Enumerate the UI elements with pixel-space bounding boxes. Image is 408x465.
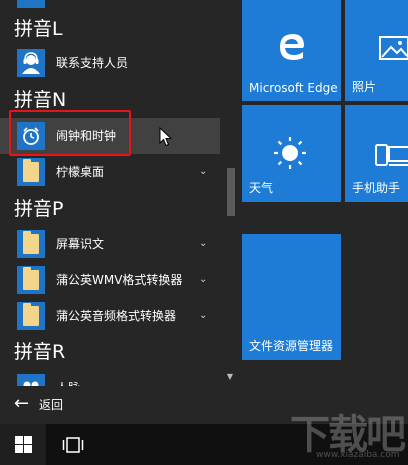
app-item-label: 蒲公英WMV格式转换器: [56, 273, 183, 287]
scroll-down-arrow-icon[interactable]: ▼: [223, 370, 237, 384]
sun-icon: [274, 137, 306, 169]
phone-companion-icon: [375, 144, 408, 166]
task-view-icon: [62, 437, 84, 453]
tile-photos[interactable]: 照片: [345, 0, 408, 101]
back-label: 返回: [39, 398, 64, 412]
app-item-people[interactable]: 人脉: [0, 370, 220, 386]
tile-microsoft-edge[interactable]: Microsoft Edge: [242, 0, 341, 101]
folder-icon: [17, 302, 45, 330]
group-header-r[interactable]: 拼音R: [14, 337, 65, 367]
people-icon: [17, 374, 45, 386]
app-list: 新建 拼音L 联系支持人员 拼音N: [0, 0, 236, 386]
tile-file-explorer[interactable]: 文件资源管理器: [242, 234, 341, 360]
photos-icon: [379, 36, 408, 60]
app-item-audio-converter[interactable]: 蒲公英音频格式转换器 ⌄: [0, 298, 220, 334]
app-item-label: 新建: [56, 0, 76, 8]
start-button[interactable]: [0, 424, 46, 465]
person-support-icon: [17, 49, 45, 77]
app-item-label: 人脉: [56, 370, 80, 386]
chevron-down-icon[interactable]: ⌄: [199, 226, 207, 262]
chevron-down-icon[interactable]: ⌄: [199, 262, 207, 298]
chevron-down-icon[interactable]: ⌄: [199, 154, 207, 190]
watermark: 下载吧 www.xiazaiba.com: [282, 402, 406, 464]
folder-icon: [17, 266, 45, 294]
folder-icon: [17, 158, 45, 186]
tile-label: 文件资源管理器: [249, 339, 334, 353]
app-item-screen-ocr[interactable]: 屏幕识文 ⌄: [0, 226, 220, 262]
app-item-label: 蒲公英音频格式转换器: [56, 309, 177, 323]
app-item-contact-support[interactable]: 联系支持人员: [0, 45, 220, 81]
app-item-partial[interactable]: 新建: [0, 0, 220, 8]
watermark-url: www.xiazaiba.com: [316, 450, 400, 460]
app-item-label: 联系支持人员: [56, 56, 129, 70]
chevron-down-icon[interactable]: ⌄: [199, 298, 207, 334]
scrollbar-thumb[interactable]: [227, 168, 235, 216]
tile-label: 天气: [249, 181, 274, 195]
tile-label: 手机助手: [352, 181, 401, 195]
app-item-lemon-desktop[interactable]: 柠檬桌面 ⌄: [0, 154, 220, 190]
highlight-box: [9, 110, 131, 156]
app-item-label: 屏幕识文: [56, 237, 105, 251]
windows-logo-icon: [15, 436, 32, 453]
back-button[interactable]: ← 返回: [0, 390, 236, 420]
folder-icon: [17, 230, 45, 258]
tile-phone-companion[interactable]: 手机助手: [345, 105, 408, 202]
tile-label: 照片: [352, 80, 377, 94]
group-header-p[interactable]: 拼音P: [14, 194, 63, 224]
back-arrow-icon: ←: [14, 393, 30, 414]
app-item-wmv-converter[interactable]: 蒲公英WMV格式转换器 ⌄: [0, 262, 220, 298]
app-icon: [17, 0, 45, 8]
tile-weather[interactable]: 天气: [242, 105, 341, 202]
mouse-cursor-icon: [159, 127, 173, 147]
app-item-label: 柠檬桌面: [56, 165, 105, 179]
task-view-button[interactable]: [50, 424, 96, 465]
edge-icon: [280, 34, 304, 60]
group-header-l[interactable]: 拼音L: [14, 14, 63, 44]
tile-label: Microsoft Edge: [249, 81, 338, 95]
start-menu: 新建 拼音L 联系支持人员 拼音N: [0, 0, 408, 465]
